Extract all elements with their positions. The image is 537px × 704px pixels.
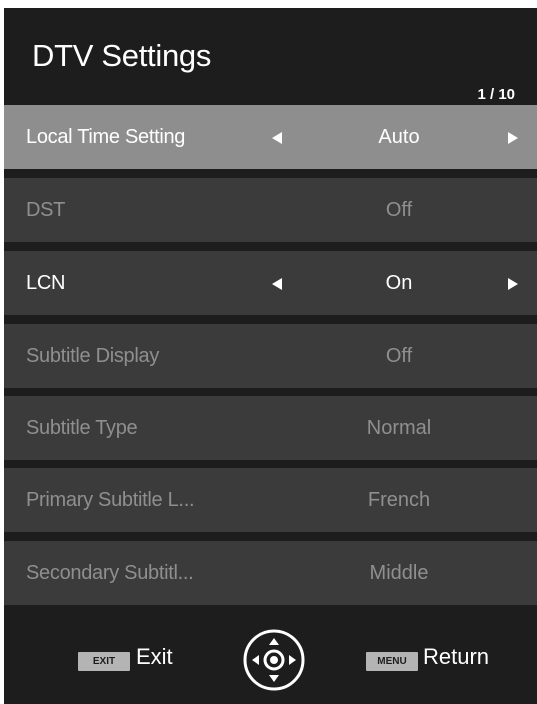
right-arrow-icon[interactable] bbox=[508, 132, 518, 144]
menu-item-label: Subtitle Display bbox=[26, 345, 160, 367]
menu-title: DTV Settings bbox=[32, 38, 212, 73]
menu-item-value: Middle bbox=[369, 562, 429, 584]
left-arrow-icon[interactable] bbox=[272, 278, 282, 290]
menu-item-label: Subtitle Type bbox=[26, 417, 138, 439]
return-label[interactable]: Return bbox=[423, 644, 489, 670]
menu-item-value: Auto bbox=[378, 126, 420, 148]
menu-item-label: Local Time Setting bbox=[26, 126, 186, 148]
menu-key-badge: MENU bbox=[366, 652, 418, 671]
menu-item-lcn[interactable]: LCN On bbox=[4, 251, 537, 315]
dtv-settings-menu: DTV Settings 1 / 10 Local Time Setting A… bbox=[4, 8, 537, 704]
menu-item-label: DST bbox=[26, 199, 66, 221]
menu-item-primary-subtitle-language: Primary Subtitle L... French bbox=[4, 468, 537, 532]
dpad-icon bbox=[243, 629, 305, 691]
menu-item-subtitle-display: Subtitle Display Off bbox=[4, 324, 537, 388]
menu-item-dst: DST Off bbox=[4, 178, 537, 242]
menu-item-label: Secondary Subtitl... bbox=[26, 562, 194, 584]
left-arrow-icon[interactable] bbox=[272, 132, 282, 144]
menu-item-label: Primary Subtitle L... bbox=[26, 489, 195, 511]
exit-key-badge: EXIT bbox=[78, 652, 130, 671]
menu-item-secondary-subtitle-language: Secondary Subtitl... Middle bbox=[4, 541, 537, 605]
footer-bar: EXIT Exit MENU Return bbox=[4, 614, 537, 704]
menu-item-value: On bbox=[385, 272, 413, 294]
menu-item-value: Normal bbox=[366, 417, 432, 439]
menu-item-value: Off bbox=[385, 345, 413, 367]
menu-item-subtitle-type: Subtitle Type Normal bbox=[4, 396, 537, 460]
menu-item-label: LCN bbox=[26, 272, 66, 294]
menu-item-local-time-setting[interactable]: Local Time Setting Auto bbox=[4, 105, 537, 169]
menu-item-value: French bbox=[367, 489, 431, 511]
menu-item-value: Off bbox=[385, 199, 413, 221]
right-arrow-icon[interactable] bbox=[508, 278, 518, 290]
exit-label[interactable]: Exit bbox=[136, 644, 173, 670]
page-indicator: 1 / 10 bbox=[477, 86, 515, 103]
